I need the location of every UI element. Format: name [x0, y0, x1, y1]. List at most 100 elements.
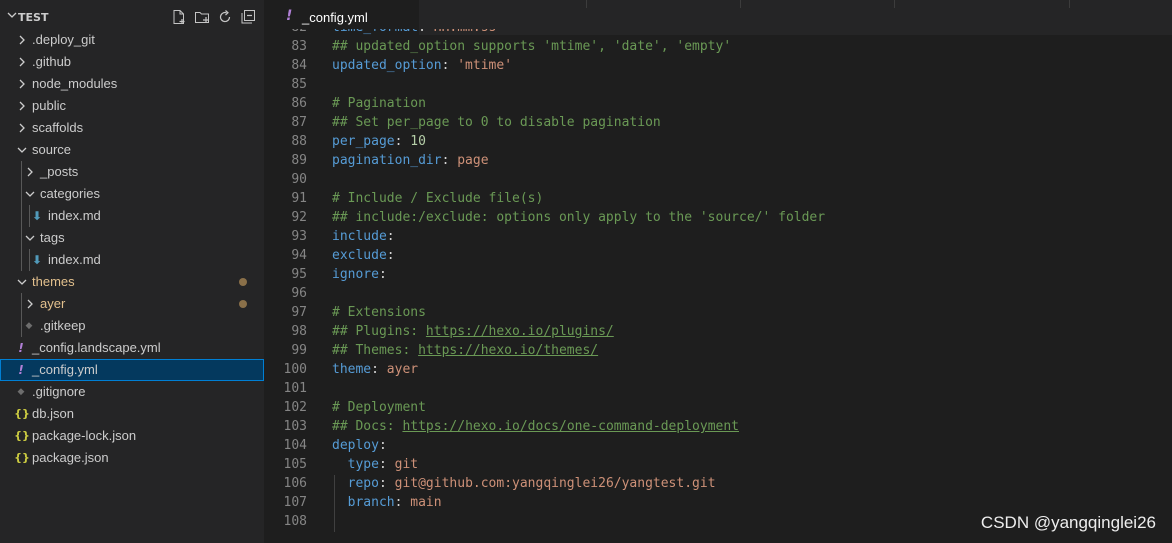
code-token: # Extensions: [332, 305, 426, 320]
code-token: HH:mm:ss: [434, 29, 497, 35]
tree-folder[interactable]: tags: [0, 227, 264, 249]
chevron-right-icon[interactable]: [24, 298, 36, 310]
tree-file[interactable]: {} package-lock.json: [0, 425, 264, 447]
explorer-header[interactable]: TEST: [0, 6, 264, 28]
tree-folder[interactable]: ayer: [0, 293, 264, 315]
code-token: page: [457, 153, 489, 168]
code-line[interactable]: 103 ## Docs: https://hexo.io/docs/one-com…: [264, 418, 1172, 437]
chevron-down-icon[interactable]: [24, 232, 36, 244]
new-folder-icon[interactable]: [194, 9, 210, 25]
line-number: 101: [283, 381, 307, 396]
json-braces-icon: {}: [14, 429, 30, 442]
code-token: :: [441, 153, 458, 168]
tree-folder[interactable]: _posts: [0, 161, 264, 183]
line-number: 88: [291, 134, 307, 149]
tree-file[interactable]: {} db.json: [0, 403, 264, 425]
code-line[interactable]: 99 ## Themes: https://hexo.io/themes/: [264, 342, 1172, 361]
tree-file[interactable]: ⬇ index.md: [0, 205, 264, 227]
code-link[interactable]: https://hexo.io/docs/one-command-deploym…: [402, 419, 739, 434]
tree-file[interactable]: ⬇ index.md: [0, 249, 264, 271]
line-number: 98: [291, 324, 307, 339]
code-line[interactable]: 100 theme: ayer: [264, 361, 1172, 380]
code-token: updated_option: [332, 58, 442, 73]
line-number: 92: [291, 210, 307, 225]
new-file-icon[interactable]: [171, 9, 187, 25]
tree-item-label: package-lock.json: [32, 428, 137, 443]
tree-item-label: .github: [32, 54, 72, 69]
code-line[interactable]: 102 # Deployment: [264, 399, 1172, 418]
tree-file[interactable]: ! _config.yml: [0, 359, 264, 381]
tree-folder[interactable]: .deploy_git: [0, 29, 264, 51]
code-text: ignore:: [332, 267, 387, 282]
tree-folder[interactable]: .github: [0, 51, 264, 73]
code-line[interactable]: 106 repo: git@github.com:yangqinglei26/y…: [264, 475, 1172, 494]
code-line[interactable]: 98 ## Plugins: https://hexo.io/plugins/: [264, 323, 1172, 342]
chevron-right-icon[interactable]: [16, 56, 28, 68]
refresh-icon[interactable]: [217, 9, 233, 25]
chevron-right-icon[interactable]: [16, 122, 28, 134]
tree-folder[interactable]: source: [0, 139, 264, 161]
line-number: 87: [291, 115, 307, 130]
line-number: 97: [291, 305, 307, 320]
code-line[interactable]: 83 ## updated_option supports 'mtime', 'd…: [264, 38, 1172, 57]
chevron-right-icon[interactable]: [16, 78, 28, 90]
tree-folder[interactable]: public: [0, 95, 264, 117]
code-line[interactable]: 88 per_page: 10: [264, 133, 1172, 152]
code-line[interactable]: 105 type: git: [264, 456, 1172, 475]
code-editor[interactable]: 82 time_format: HH:mm:ss 83 ## updated_opti…: [264, 29, 1172, 543]
chevron-right-icon[interactable]: [16, 100, 28, 112]
code-text: per_page: 10: [332, 134, 426, 149]
tree-folder[interactable]: scaffolds: [0, 117, 264, 139]
code-line[interactable]: 104 deploy:: [264, 437, 1172, 456]
line-number: 91: [291, 191, 307, 206]
tree-folder[interactable]: categories: [0, 183, 264, 205]
tree-folder[interactable]: node_modules: [0, 73, 264, 95]
code-text: exclude:: [332, 248, 395, 263]
chevron-right-icon[interactable]: [24, 166, 36, 178]
code-line[interactable]: 90: [264, 171, 1172, 190]
tree-file[interactable]: ◆ .gitkeep: [0, 315, 264, 337]
tree-file[interactable]: ! _config.landscape.yml: [0, 337, 264, 359]
tree-file[interactable]: ◆ .gitignore: [0, 381, 264, 403]
code-text: repo: git@github.com:yangqinglei26/yangt…: [332, 476, 716, 491]
code-line[interactable]: 86 # Pagination: [264, 95, 1172, 114]
code-line[interactable]: 91 # Include / Exclude file(s): [264, 190, 1172, 209]
chevron-right-icon[interactable]: [16, 34, 28, 46]
chevron-down-icon[interactable]: [16, 276, 28, 288]
code-link[interactable]: https://hexo.io/plugins/: [426, 324, 614, 339]
chevron-down-icon[interactable]: [16, 144, 28, 156]
code-line[interactable]: 101: [264, 380, 1172, 399]
tree-indent-guide: [29, 249, 30, 271]
chevron-down-icon[interactable]: [24, 188, 36, 200]
line-number: 94: [291, 248, 307, 263]
code-line[interactable]: 87 ## Set per_page to 0 to disable pagina…: [264, 114, 1172, 133]
code-line[interactable]: 97 # Extensions: [264, 304, 1172, 323]
workspace-title: TEST: [18, 11, 49, 24]
code-token: ayer: [386, 362, 419, 377]
code-line[interactable]: 92 ## include:/exclude: options only appl…: [264, 209, 1172, 228]
code-token: main: [410, 495, 442, 510]
code-line[interactable]: 82 time_format: HH:mm:ss: [264, 29, 1172, 38]
tree-folder[interactable]: themes: [0, 271, 264, 293]
yaml-exclamation-icon: !: [18, 341, 24, 355]
code-line[interactable]: 85: [264, 76, 1172, 95]
code-line[interactable]: 93 include:: [264, 228, 1172, 247]
line-number: 96: [291, 286, 307, 301]
code-line[interactable]: 89 pagination_dir: page: [264, 152, 1172, 171]
tree-file[interactable]: {} package.json: [0, 447, 264, 469]
code-line[interactable]: 94 exclude:: [264, 247, 1172, 266]
modified-dot-icon: [239, 278, 247, 286]
code-line[interactable]: 96: [264, 285, 1172, 304]
chevron-down-icon[interactable]: [6, 9, 18, 21]
tab-separator: [586, 0, 587, 8]
code-line[interactable]: 84 updated_option: 'mtime': [264, 57, 1172, 76]
code-line[interactable]: 95 ignore:: [264, 266, 1172, 285]
code-text: type: git: [332, 457, 418, 472]
json-braces-icon: {}: [14, 451, 30, 464]
code-line[interactable]: 107 branch: main: [264, 494, 1172, 513]
collapse-all-icon[interactable]: [240, 9, 256, 25]
code-link[interactable]: https://hexo.io/themes/: [418, 343, 598, 358]
code-token: :: [371, 362, 387, 377]
